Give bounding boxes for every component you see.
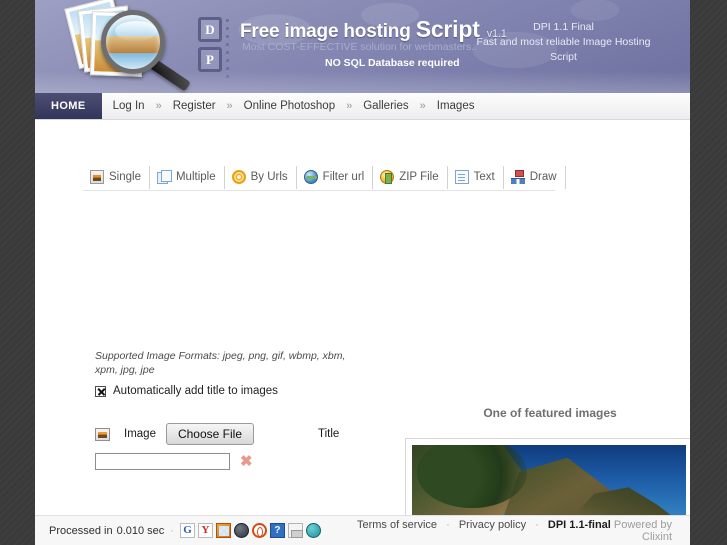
tab-text[interactable]: Text — [447, 166, 504, 189]
auto-title-checkbox[interactable] — [95, 385, 106, 397]
header-right-block: DPI 1.1 Final Fast and most reliable Ima… — [451, 20, 676, 65]
header-nosql-note: NO SQL Database required — [325, 57, 460, 69]
dpi-logo[interactable] — [57, 0, 191, 93]
site-header: D P Free image hosting Script v1.1 Most C… — [35, 0, 690, 93]
header-right-line1: DPI 1.1 Final — [533, 21, 594, 33]
netscape-icon[interactable] — [233, 523, 249, 538]
processed-time: 0.010 sec — [116, 524, 165, 537]
featured-title: One of featured images — [483, 406, 617, 420]
share-icons: G Y ? — [179, 523, 321, 538]
tab-zip-file[interactable]: ZIP File — [373, 166, 448, 189]
tab-label: Filter url — [322, 171, 365, 183]
page-container: D P Free image hosting Script v1.1 Most C… — [35, 0, 690, 545]
image-upload-row: Image Choose File Title — [95, 423, 385, 445]
nav-item-home[interactable]: HOME — [35, 93, 102, 119]
tab-label: ZIP File — [399, 171, 439, 183]
globe-icon — [303, 170, 318, 184]
sitemap-icon — [510, 170, 525, 184]
tab-label: Single — [109, 171, 141, 183]
dpi-monogram: D P — [198, 17, 238, 78]
footer-dot: · — [170, 524, 174, 537]
site-footer: Processed in 0.010 sec · G Y ? Terms of … — [35, 515, 690, 545]
help-blue-icon[interactable]: ? — [269, 523, 285, 538]
tab-filter-url[interactable]: Filter url — [296, 166, 374, 189]
tab-label: Multiple — [175, 171, 216, 183]
remove-row-icon[interactable]: ✖ — [240, 454, 253, 469]
image-field-label: Image — [124, 428, 156, 440]
nav-item-login[interactable]: Log In — [102, 93, 156, 119]
header-subtitle: Most COST-EFFECTIVE solution for webmast… — [242, 41, 478, 53]
footer-links: Terms of service · Privacy policy · DPI … — [357, 519, 672, 543]
opera-icon[interactable] — [251, 523, 267, 538]
terms-of-service-link[interactable]: Terms of service — [357, 519, 437, 531]
nav-item-register[interactable]: Register — [162, 93, 227, 119]
image-thumb-icon — [95, 427, 110, 441]
picture-icon — [90, 170, 104, 184]
footer-version: DPI 1.1-final — [547, 518, 611, 531]
nav-item-galleries[interactable]: Galleries — [352, 93, 419, 119]
yahoo-bookmark-icon[interactable]: Y — [197, 523, 213, 538]
supported-formats-text: Supported Image Formats: jpeg, png, gif,… — [95, 350, 346, 376]
auto-title-label: Automatically add title to images — [113, 385, 278, 397]
processed-label: Processed in — [49, 524, 113, 537]
document-icon — [454, 170, 469, 184]
footer-dot: · — [535, 518, 539, 531]
footer-dot: · — [446, 518, 450, 531]
magnifier-icon — [101, 10, 191, 92]
tab-label: By Urls — [250, 171, 288, 183]
google-bookmark-icon[interactable]: G — [179, 523, 195, 538]
header-title-part1: Free image hosting — [240, 21, 411, 42]
upload-mode-tabs: Single Multiple By Urls Filter url ZIP F… — [83, 166, 566, 191]
title-input[interactable] — [95, 453, 230, 470]
powered-by-name[interactable]: Clixint — [357, 531, 672, 543]
tab-label: Draw — [529, 171, 557, 183]
zip-icon — [380, 170, 395, 184]
header-right-line3: Script — [550, 51, 577, 63]
nav-item-images[interactable]: Images — [426, 93, 486, 119]
tab-single[interactable]: Single — [83, 166, 150, 189]
furl-icon[interactable] — [287, 523, 303, 538]
privacy-policy-link[interactable]: Privacy policy — [459, 519, 526, 531]
main-navigation: HOME Log In » Register » Online Photosho… — [35, 93, 690, 120]
powered-by-label: Powered by — [613, 518, 672, 531]
tab-draw[interactable]: Draw — [503, 166, 566, 189]
auto-title-row[interactable]: Automatically add title to images — [95, 385, 385, 397]
tab-label: Text — [473, 171, 495, 183]
title-input-row: ✖ — [95, 453, 385, 470]
nav-item-online-photoshop[interactable]: Online Photoshop — [233, 93, 346, 119]
choose-file-button[interactable]: Choose File — [165, 423, 254, 445]
windows-live-icon[interactable] — [215, 523, 231, 538]
tab-multiple[interactable]: Multiple — [149, 166, 225, 189]
stumbleupon-icon[interactable] — [305, 523, 321, 538]
copy-icon — [156, 170, 172, 184]
header-right-line2: Fast and most reliable Image Hosting — [476, 36, 651, 48]
gear-icon — [231, 170, 246, 184]
tab-by-urls[interactable]: By Urls — [224, 166, 297, 189]
title-field-label: Title — [318, 428, 340, 440]
